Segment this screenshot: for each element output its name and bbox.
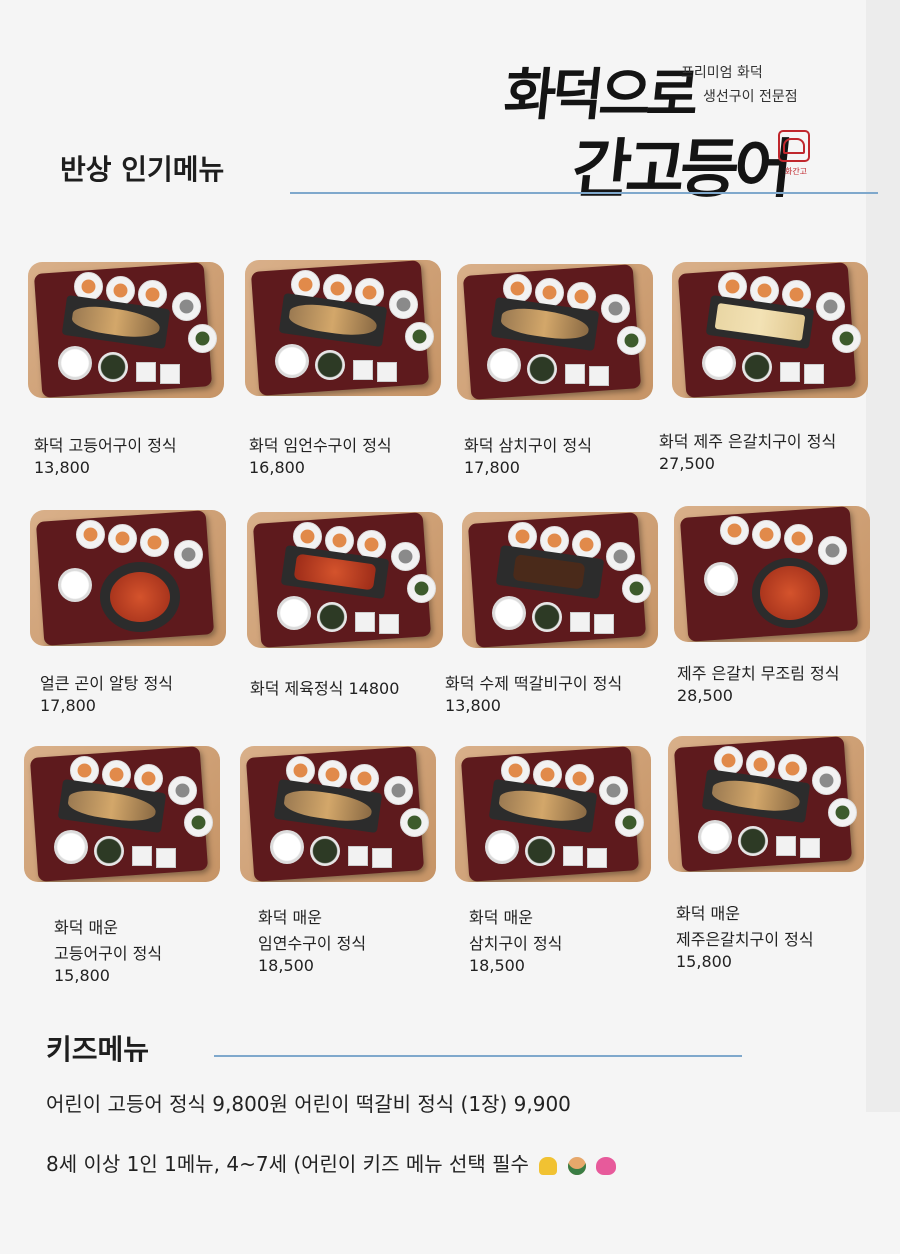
menu-name-10-line2: 임연수구이 정식 [258,934,367,953]
menu-name-9-line2: 고등어구이 정식 [54,944,163,963]
menu-photo-11 [455,746,651,882]
menu-price-9: 15,800 [54,966,110,985]
person-icon [567,1156,586,1175]
menu-photo-10 [240,746,436,882]
menu-name-1: 화덕 고등어구이 정식 [34,436,177,455]
hearts-icon [596,1156,617,1175]
menu-price-2: 16,800 [249,458,305,477]
menu-photo-8 [674,506,870,642]
menu-name-12-line2: 제주은갈치구이 정식 [676,930,814,949]
menu-name-7: 화덕 수제 떡갈비구이 정식 [445,674,623,693]
menu-price-11: 18,500 [469,956,525,975]
menu-photo-1 [28,262,224,398]
menu-name-2: 화덕 임언수구이 정식 [249,436,392,455]
menu-name-3: 화덕 삼치구이 정식 [464,436,592,455]
brand-seal-icon [778,130,810,162]
menu-photo-12 [668,736,864,872]
popular-menu-title: 반상 인기메뉴 [60,153,225,186]
tagline-1: 프리미엄 화덕 [681,65,763,81]
title-divider [290,192,878,194]
menu-name-10-line1: 화덕 매운 [258,908,322,927]
menu-name-12-line1: 화덕 매운 [676,904,740,923]
menu-name-5: 얼큰 곤이 알탕 정식 [40,674,174,693]
menu-photo-2 [245,260,441,396]
menu-name-11-line2: 삼치구이 정식 [469,934,563,953]
menu-price-7: 13,800 [445,696,501,715]
menu-price-4: 27,500 [659,454,715,473]
kids-notice-text: 8세 이상 1인 1메뉴, 4~7세 (어린이 키즈 메뉴 선택 필수 [46,1152,529,1176]
kids-divider [214,1055,742,1057]
menu-photo-7 [462,512,658,648]
menu-price-1: 13,800 [34,458,90,477]
menu-name-11-line1: 화덕 매운 [469,908,533,927]
kids-menu-items: 어린이 고등어 정식 9,800원 어린이 떡갈비 정식 (1장) 9,900 [46,1092,571,1116]
right-margin-strip [866,0,900,1112]
brand-logo: 화덕으로 간고등어 프리미엄 화덕 생선구이 전문점 화간고 [501,50,835,207]
tagline-2: 생선구이 전문점 [703,89,798,105]
menu-name-8: 제주 은갈치 무조림 정식 [677,664,840,683]
menu-photo-4 [672,262,868,398]
menu-name-9-line1: 화덕 매운 [54,918,118,937]
seal-caption: 화간고 [784,167,808,176]
menu-photo-3 [457,264,653,400]
menu-price-10: 18,500 [258,956,314,975]
menu-photo-6 [247,512,443,648]
kids-menu-title: 키즈메뉴 [46,1033,150,1066]
menu-price-5: 17,800 [40,696,96,715]
menu-photo-9 [24,746,220,882]
menu-name-6: 화덕 제육정식 14800 [250,679,400,698]
logo-line2: 간고등어 [568,132,792,207]
menu-name-4: 화덕 제주 은갈치구이 정식 [659,432,837,451]
menu-price-3: 17,800 [464,458,520,477]
menu-price-8: 28,500 [677,686,733,705]
menu-photo-5 [30,510,226,646]
folded-hands-icon [539,1156,558,1175]
kids-notice: 8세 이상 1인 1메뉴, 4~7세 (어린이 키즈 메뉴 선택 필수 [46,1148,617,1177]
menu-price-12: 15,800 [676,952,732,971]
